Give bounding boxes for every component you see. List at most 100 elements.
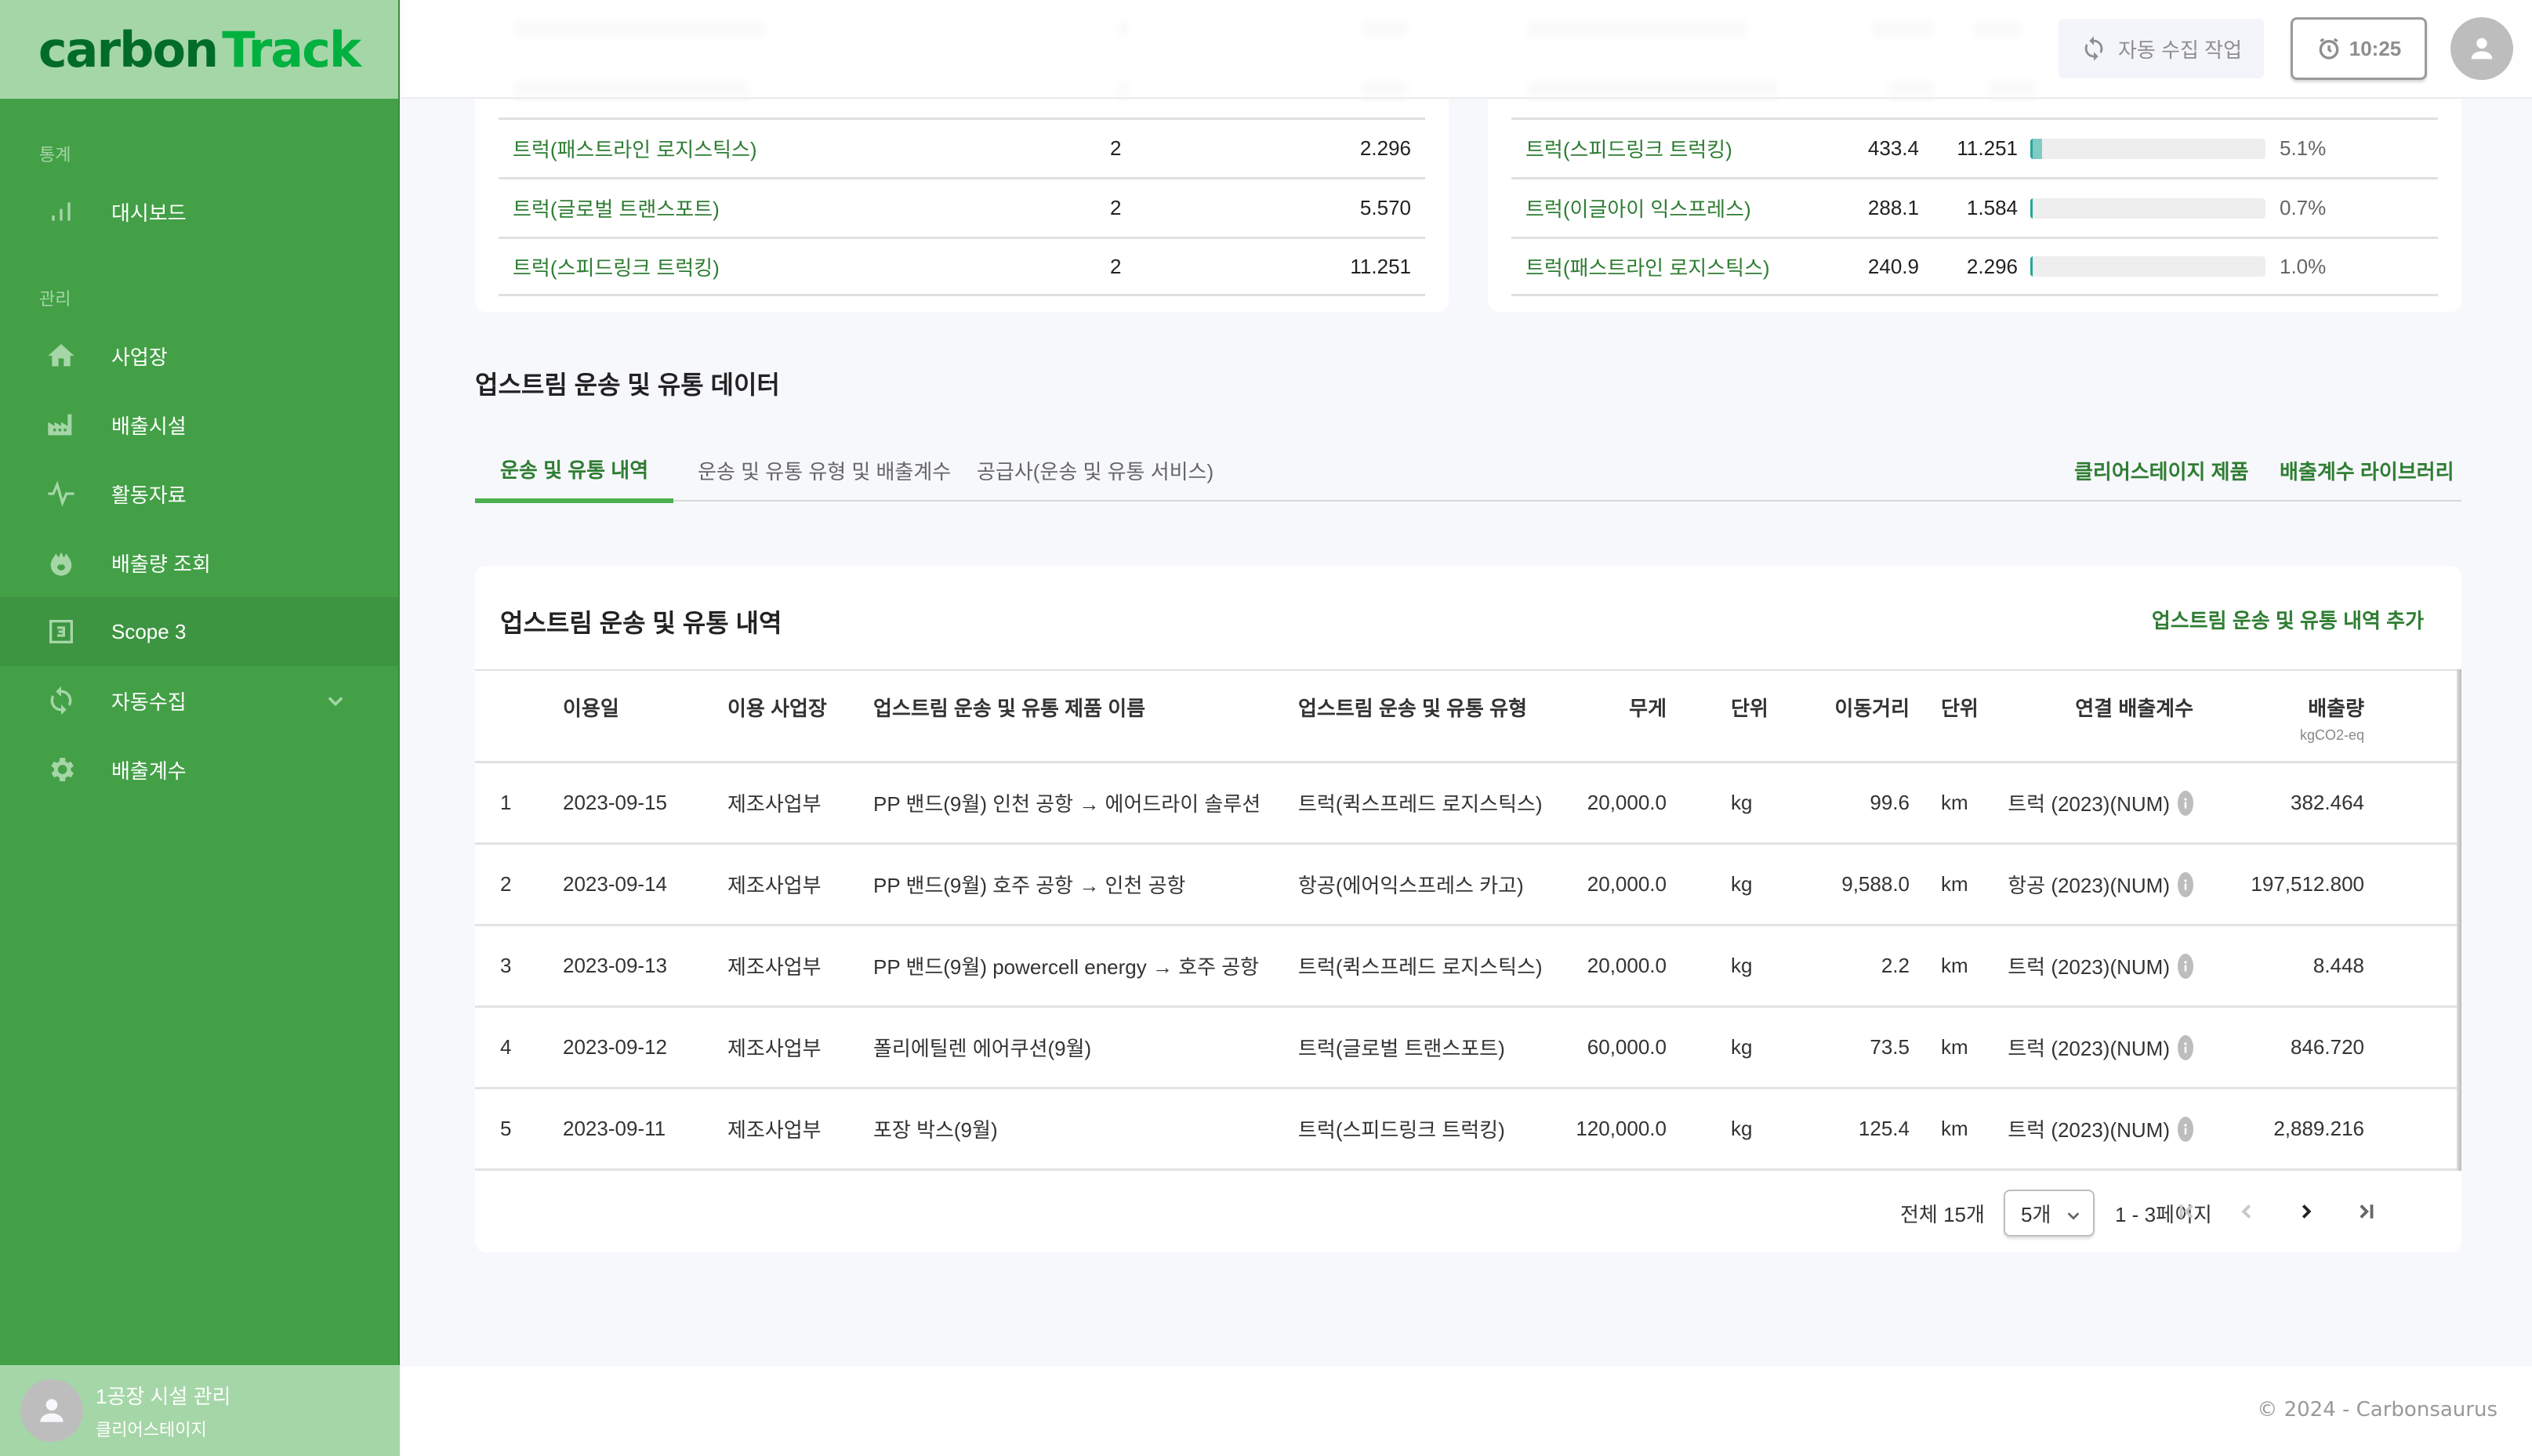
table-title: 업스트림 운송 및 유통 내역 — [500, 609, 782, 637]
scope3-icon — [44, 614, 78, 649]
cell-emission: 2,889.216 — [2215, 1089, 2364, 1168]
tab-history[interactable]: 운송 및 유통 내역 — [475, 439, 674, 503]
summary-name-link[interactable]: 트럭(스피드링크 트럭킹) — [499, 252, 1110, 281]
col-factor[interactable]: 연결 배출계수 — [2011, 671, 2193, 761]
add-history-button[interactable]: 업스트림 운송 및 유통 내역 추가 — [2152, 605, 2424, 634]
clearstage-products-link[interactable]: 클리어스테이지 제품 — [2074, 439, 2249, 502]
cell-distance-unit-text: km — [1941, 791, 1968, 814]
col-type[interactable]: 업스트림 운송 및 유통 유형 — [1298, 671, 1527, 761]
cell-index: 1 — [500, 763, 511, 842]
col-product[interactable]: 업스트림 운송 및 유통 제품 이름 — [873, 671, 1145, 761]
summary-name-link[interactable]: 트럭(스피드링크 트럭킹) — [1511, 134, 1825, 163]
info-icon[interactable] — [2178, 1034, 2193, 1060]
cell-product: 폴리에틸렌 에어쿠션(9월) — [873, 1008, 1091, 1087]
auto-collect-button[interactable]: 자동 수집 작업 — [2059, 19, 2264, 78]
table-row[interactable]: 5 2023-09-11 제조사업부 포장 박스(9월) 트럭(스피드링크 트럭킹) 12… — [475, 1089, 2461, 1171]
summary-name-link[interactable]: 트럭(이글아이 익스프레스) — [1511, 194, 1825, 223]
summary-row: 트럭(패스트라인 로지스틱스) 240.9 2.296 1.0% — [1511, 237, 2438, 296]
cell-weight-unit-text: kg — [1731, 791, 1753, 814]
sidebar-item-label: 배출계수 — [111, 759, 187, 783]
cell-date-text: 2023-09-14 — [563, 872, 667, 896]
sidebar-item-emission-factors[interactable]: 배출계수 — [0, 735, 398, 804]
page-size-select[interactable]: 5개 — [2004, 1190, 2095, 1237]
info-icon[interactable] — [2178, 1116, 2193, 1142]
summary-name-link[interactable]: 트럭(패스트라인 로지스틱스) — [1511, 252, 1825, 281]
first-page-icon — [2179, 1204, 2193, 1219]
col-site[interactable]: 이용 사업장 — [727, 671, 827, 761]
logo[interactable]: carbonTrack — [38, 21, 361, 78]
sidebar-item-scope3[interactable]: Scope 3 — [0, 597, 398, 666]
table-row[interactable]: 2 2023-09-14 제조사업부 PP 밴드(9월) 호주 공항 → 인천 공항 항… — [475, 845, 2461, 926]
emission-factor-library-link[interactable]: 배출계수 라이브러리 — [2280, 439, 2454, 502]
chevron-left-icon — [2241, 1204, 2251, 1219]
summary-row: 트럭(이글아이 익스프레스) 288.1 1.584 0.7% — [1511, 177, 2438, 237]
cell-factor-text: 트럭 (2023)(NUM) — [2008, 1037, 2170, 1060]
chevron-down-icon[interactable] — [325, 690, 346, 712]
sidebar-item-label: 배출시설 — [111, 414, 187, 438]
cell-distance-unit: km — [1941, 845, 1968, 924]
summary-row: 트럭(스피드링크 트럭킹) 2 11.251 — [499, 237, 1425, 296]
cell-type: 트럭(스피드링크 트럭킹) — [1298, 1089, 1505, 1168]
cell-emission-text: 197,512.800 — [2251, 872, 2364, 896]
cell-emission: 8.448 — [2215, 926, 2364, 1005]
profile-avatar-button[interactable] — [2450, 17, 2513, 80]
cell-emission: 197,512.800 — [2215, 845, 2364, 924]
summary-name-link[interactable]: 트럭(글로벌 트랜스포트) — [499, 194, 1110, 223]
cell-factor: 트럭 (2023)(NUM) — [2008, 926, 2193, 1005]
col-emission[interactable]: 배출량 kgCO2-eq — [2215, 671, 2364, 761]
user-account[interactable]: 1공장 시설 관리 클리어스테이지 — [0, 1365, 400, 1456]
sidebar-item-sites[interactable]: 사업장 — [0, 321, 398, 390]
cell-weight-unit-text: kg — [1731, 954, 1753, 977]
sidebar-item-activity[interactable]: 활동자료 — [0, 459, 398, 528]
cell-product: PP 밴드(9월) 인천 공항 → 에어드라이 솔루션 — [873, 763, 1261, 842]
share-percent: 0.7% — [2280, 196, 2327, 219]
cell-distance: 73.5 — [1792, 1008, 1910, 1087]
table-header: 이용일 이용 사업장 업스트림 운송 및 유통 제품 이름 업스트림 운송 및 … — [475, 669, 2461, 763]
sync-icon — [44, 683, 78, 718]
gear-icon — [44, 752, 78, 787]
cell-product-text: 폴리에틸렌 에어쿠션(9월) — [873, 1037, 1092, 1060]
info-icon[interactable] — [2178, 953, 2193, 979]
first-page-button[interactable] — [2171, 1196, 2203, 1227]
horizontal-scroll-edge[interactable] — [2457, 669, 2461, 1171]
cell-product-text: PP 밴드(9월) powercell energy → 호주 공항 — [873, 955, 1260, 979]
cell-index: 2 — [500, 845, 511, 924]
summary-name-link[interactable]: 트럭(패스트라인 로지스틱스) — [499, 134, 1110, 163]
tab-suppliers[interactable]: 공급사(운송 및 유통 서비스) — [952, 439, 1239, 502]
table-row[interactable]: 3 2023-09-13 제조사업부 PP 밴드(9월) powercell ener… — [475, 926, 2461, 1008]
table-row[interactable]: 4 2023-09-12 제조사업부 폴리에틸렌 에어쿠션(9월) 트럭(글로벌 트랜스… — [475, 1008, 2461, 1089]
sidebar-item-dashboard[interactable]: 대시보드 — [0, 177, 398, 246]
history-table: 이용일 이용 사업장 업스트림 운송 및 유통 제품 이름 업스트림 운송 및 … — [475, 669, 2461, 1171]
info-icon[interactable] — [2178, 790, 2193, 816]
col-distance[interactable]: 이동거리 — [1792, 671, 1910, 761]
cell-distance: 2.2 — [1792, 926, 1910, 1005]
last-page-button[interactable] — [2350, 1196, 2381, 1227]
summary-distance: 288.1 — [1867, 196, 1919, 219]
tab-types-factors[interactable]: 운송 및 유통 유형 및 배출계수 — [673, 439, 976, 502]
col-emission-label: 배출량 — [2308, 697, 2364, 720]
sidebar-item-auto-collect[interactable]: 자동수집 — [0, 666, 398, 735]
sidebar-item-label: 사업장 — [111, 345, 168, 369]
table-row[interactable]: 1 2023-09-15 제조사업부 PP 밴드(9월) 인천 공항 → 에어드라이 … — [475, 763, 2461, 845]
user-org: 클리어스테이지 — [96, 1419, 207, 1440]
info-icon[interactable] — [2178, 871, 2193, 897]
sidebar-item-label: 배출량 조회 — [111, 552, 211, 576]
col-weight[interactable]: 무게 — [1557, 671, 1667, 761]
chevron-right-icon — [2302, 1204, 2312, 1219]
avatar — [20, 1379, 83, 1442]
logo-area[interactable]: carbonTrack — [0, 0, 398, 99]
sidebar-item-facilities[interactable]: 배출시설 — [0, 390, 398, 459]
col-date[interactable]: 이용일 — [563, 671, 619, 761]
session-timer-button[interactable]: 10:25 — [2291, 17, 2427, 80]
summary-row: 트럭(패스트라인 로지스틱스) 2 2.296 — [499, 118, 1425, 177]
share-progress-bar — [2030, 256, 2265, 277]
nav-section-manage: 관리 — [39, 289, 71, 309]
cell-weight-text: 20,000.0 — [1587, 954, 1667, 977]
sidebar-item-emissions[interactable]: 배출량 조회 — [0, 528, 398, 597]
footer: © 2024 - Carbonsaurus — [401, 1367, 2532, 1456]
cell-weight-unit: kg — [1731, 763, 1752, 842]
prev-page-button[interactable] — [2231, 1196, 2262, 1227]
session-time: 10:25 — [2349, 36, 2402, 60]
next-page-button[interactable] — [2291, 1196, 2322, 1227]
summary-count: 2 — [1110, 136, 1122, 160]
